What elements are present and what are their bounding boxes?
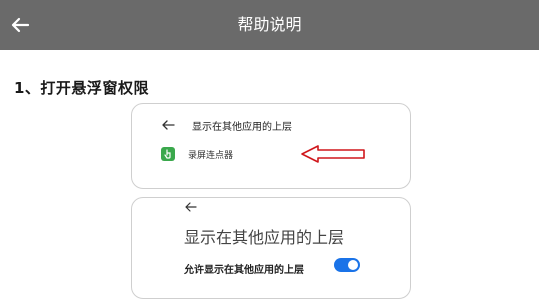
pointer-arrow-icon xyxy=(301,145,365,163)
app-bar: 帮助说明 xyxy=(0,0,539,50)
screenshot-title: 显示在其他应用的上层 xyxy=(192,122,292,133)
app-list-item-label: 录屏连点器 xyxy=(188,151,234,161)
section-heading: 1、打开悬浮窗权限 xyxy=(14,79,149,97)
permission-toggle[interactable] xyxy=(334,258,360,272)
screenshot-title: 显示在其他应用的上层 xyxy=(184,228,345,247)
screenshot-card-permission: 显示在其他应用的上层 允许显示在其他应用的上层 xyxy=(131,197,411,299)
hand-tap-icon xyxy=(161,147,175,161)
arrow-left-icon xyxy=(162,120,175,130)
page-title: 帮助说明 xyxy=(237,15,302,34)
screenshot-card-app-list: 显示在其他应用的上层 录屏连点器 xyxy=(131,103,411,189)
arrow-left-icon xyxy=(185,202,197,212)
permission-toggle-label: 允许显示在其他应用的上层 xyxy=(184,265,304,276)
